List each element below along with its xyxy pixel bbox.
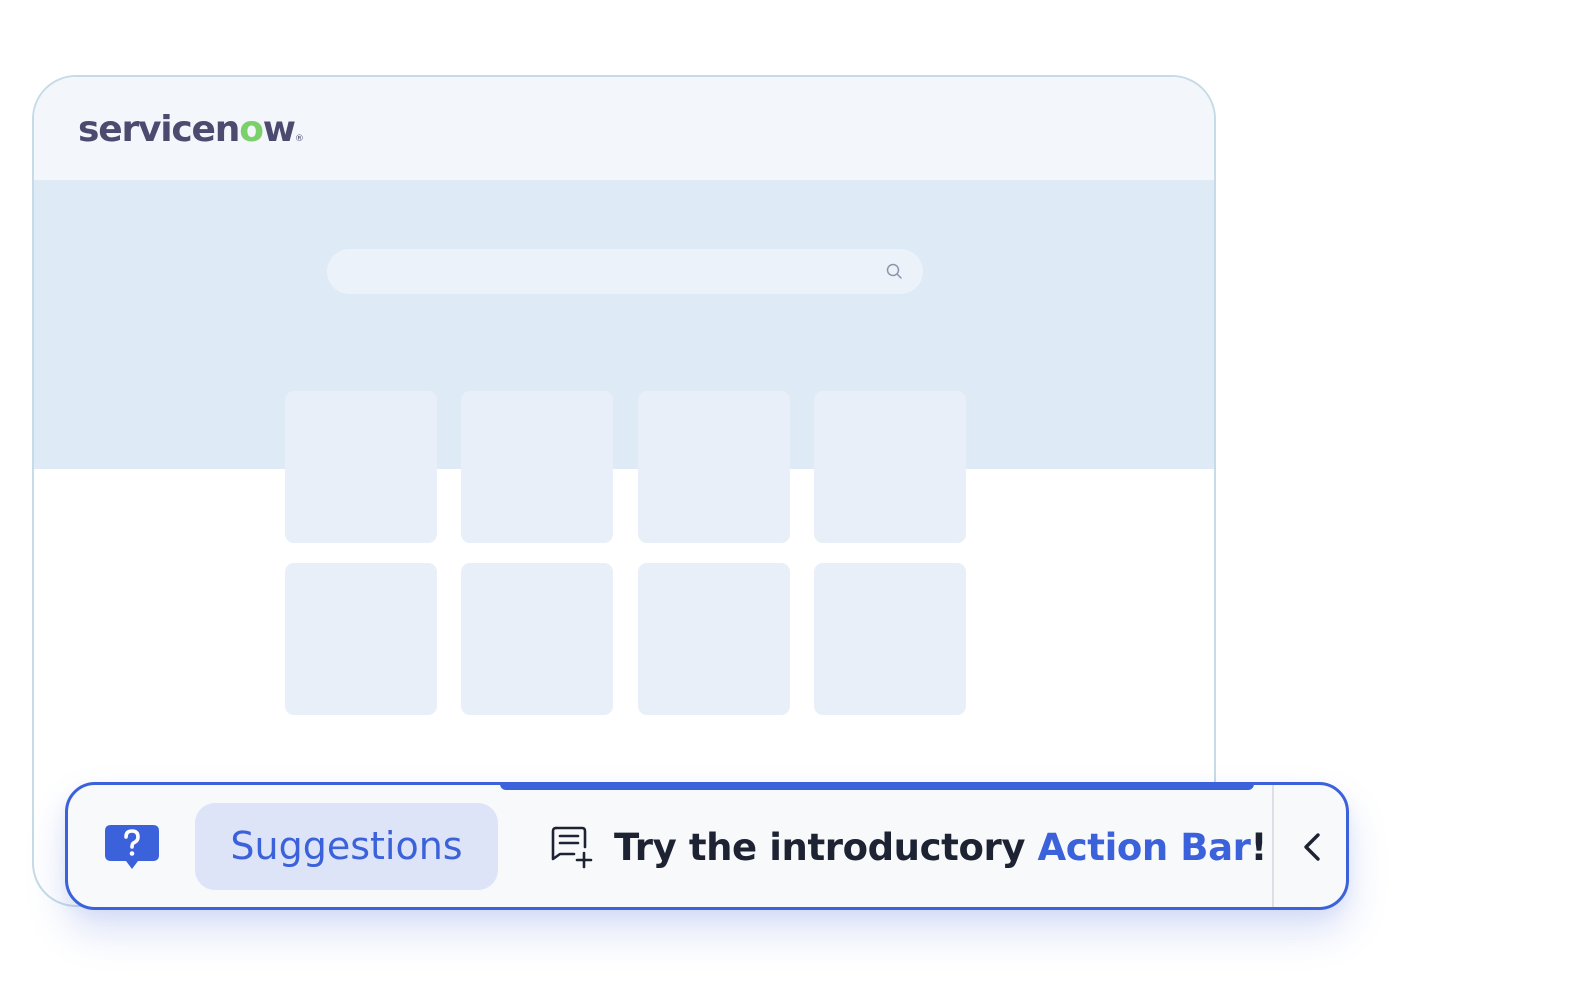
progress-indicator	[500, 782, 1254, 790]
tile-2[interactable]	[461, 391, 613, 543]
chevron-left-icon	[1304, 833, 1320, 861]
stage: servicenow® Suggestions Try the introduc…	[0, 0, 1569, 986]
logo-text-main: servicen	[78, 109, 240, 150]
tile-6[interactable]	[461, 563, 613, 715]
tile-8[interactable]	[814, 563, 966, 715]
action-bar: Suggestions Try the introductory Action …	[65, 782, 1349, 910]
search-input[interactable]	[327, 249, 923, 294]
tile-1[interactable]	[285, 391, 437, 543]
divider	[1272, 785, 1274, 907]
tile-4[interactable]	[814, 391, 966, 543]
logo-text-o: o	[239, 109, 264, 150]
tile-3[interactable]	[638, 391, 790, 543]
question-bubble-icon[interactable]	[103, 823, 161, 875]
suggestions-button[interactable]: Suggestions	[195, 803, 498, 890]
note-add-icon	[551, 826, 593, 869]
hero-banner	[34, 180, 1214, 469]
promo-suffix: !	[1250, 826, 1268, 869]
page-header: servicenow®	[34, 77, 1214, 180]
promo-message[interactable]: Try the introductory Action Bar!	[614, 823, 1267, 873]
logo-registered: ®	[294, 134, 304, 144]
tile-7[interactable]	[638, 563, 790, 715]
logo-text-end: w	[262, 109, 296, 150]
promo-prefix: Try the introductory	[614, 826, 1038, 869]
collapse-button[interactable]	[1278, 805, 1344, 889]
search-icon[interactable]	[885, 262, 903, 280]
servicenow-logo[interactable]: servicenow®	[78, 109, 304, 150]
promo-highlight: Action Bar	[1037, 826, 1251, 869]
tile-5[interactable]	[285, 563, 437, 715]
